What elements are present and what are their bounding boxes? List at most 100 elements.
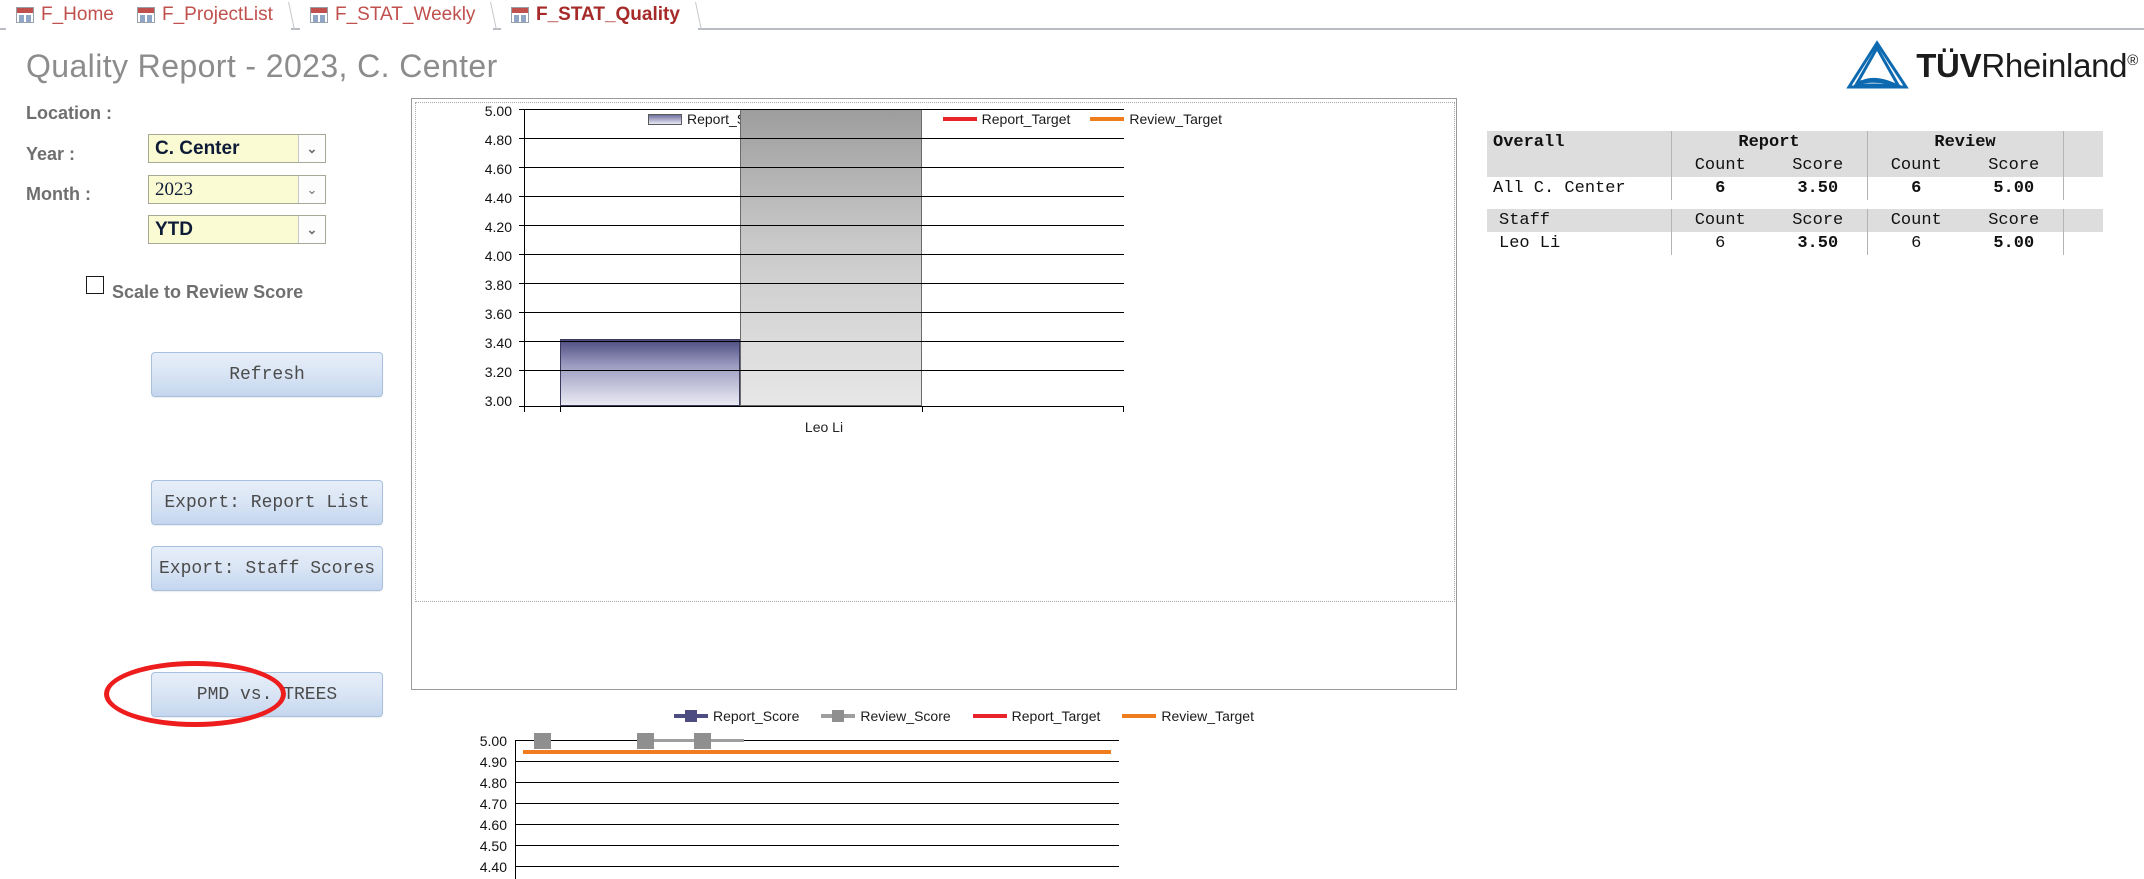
table-spacer-col bbox=[2063, 154, 2103, 177]
overall-row-name: All C. Center bbox=[1487, 177, 1672, 200]
overall-review-count: 6 bbox=[1911, 179, 1922, 198]
staff-bar-chart-frame: Report_Score Review_Score Report_Target … bbox=[411, 98, 1457, 690]
registered-mark: ® bbox=[2127, 52, 2138, 69]
staff-subheader-report-count: Count bbox=[1671, 209, 1769, 232]
x-axis-tick bbox=[922, 406, 923, 412]
tab-edge bbox=[274, 2, 295, 30]
x-axis-tick bbox=[1123, 406, 1124, 412]
gridline bbox=[515, 740, 1119, 741]
gridline bbox=[524, 138, 1124, 139]
y-tick-label: 3.20 bbox=[484, 364, 512, 380]
gridline bbox=[524, 283, 1124, 284]
form-icon bbox=[16, 7, 34, 23]
tab-f-stat-quality[interactable]: F_STAT_Quality bbox=[501, 0, 702, 32]
overall-report-count: 6 bbox=[1715, 179, 1726, 198]
form-icon bbox=[137, 7, 155, 23]
y-tick-label: 4.40 bbox=[479, 859, 507, 875]
table-subheader-row: Count Score Count Score bbox=[1487, 154, 2103, 177]
logo-tuv: TÜV bbox=[1916, 47, 1982, 84]
table-spacer-col bbox=[2063, 131, 2103, 154]
pmd-vs-trees-button[interactable]: PMD vs. TREES bbox=[151, 672, 383, 717]
staff-review-score: 5.00 bbox=[1965, 232, 2064, 255]
location-label: Location : bbox=[26, 103, 112, 123]
gridline bbox=[515, 866, 1119, 867]
report-header: Report bbox=[1671, 131, 1868, 154]
active-tab-underline bbox=[501, 30, 698, 32]
chevron-down-icon[interactable]: ⌄ bbox=[298, 216, 325, 243]
staff-header-row: Staff Count Score Count Score bbox=[1487, 209, 2103, 232]
y-tick-label: 3.00 bbox=[484, 393, 512, 409]
gridline bbox=[524, 225, 1124, 226]
table-row[interactable]: Leo Li 6 3.50 6 5.00 bbox=[1487, 232, 2103, 255]
gridline bbox=[524, 341, 1124, 342]
y-tick-label: 4.00 bbox=[484, 248, 512, 264]
tuv-triangle-icon bbox=[1846, 40, 1909, 89]
gridline bbox=[524, 196, 1124, 197]
year-dropdown[interactable]: 2023 ⌄ bbox=[148, 175, 326, 204]
year-value: 2023 bbox=[155, 178, 193, 200]
tab-f-stat-weekly[interactable]: F_STAT_Weekly bbox=[300, 0, 498, 30]
staff-report-score: 3.50 bbox=[1769, 232, 1868, 255]
table-spacer-col bbox=[2063, 177, 2103, 200]
subheader-report-score: Score bbox=[1769, 154, 1868, 177]
y-axis-line bbox=[524, 109, 525, 412]
x-axis-line bbox=[524, 406, 1124, 407]
tab-label: F_STAT_Weekly bbox=[335, 4, 476, 25]
y-tick-label: 4.50 bbox=[479, 838, 507, 854]
month-label: Month : bbox=[26, 184, 91, 204]
review-target-line bbox=[523, 750, 1111, 754]
tab-label: F_STAT_Quality bbox=[536, 4, 680, 25]
scale-to-review-label: Scale to Review Score bbox=[112, 282, 304, 302]
tab-label: F_ProjectList bbox=[162, 4, 273, 25]
subheader-review-score: Score bbox=[1965, 154, 2064, 177]
export-report-list-button[interactable]: Export: Report List bbox=[151, 480, 383, 525]
gridline bbox=[515, 782, 1119, 783]
staff-subheader-review-count: Count bbox=[1867, 209, 1965, 232]
table-spacer-col bbox=[2063, 232, 2103, 255]
tab-f-projectlist[interactable]: F_ProjectList bbox=[127, 0, 295, 30]
table-row[interactable]: All C. Center 6 3.50 6 5.00 bbox=[1487, 177, 2103, 200]
tuv-rheinland-logo: TÜVRheinland® bbox=[1846, 40, 2138, 92]
page-title: Quality Report - 2023, C. Center bbox=[26, 48, 498, 84]
year-label: Year : bbox=[26, 144, 76, 164]
location-dropdown[interactable]: C. Center ⌄ bbox=[148, 134, 326, 163]
gridline bbox=[524, 370, 1124, 371]
y-tick-label: 4.60 bbox=[479, 817, 507, 833]
tab-edge bbox=[477, 2, 498, 30]
logo-wordmark: TÜVRheinland® bbox=[1916, 47, 2138, 85]
tab-edge bbox=[681, 2, 702, 30]
gridline bbox=[524, 312, 1124, 313]
tab-label: F_Home bbox=[41, 4, 114, 25]
tab-f-home[interactable]: F_Home bbox=[6, 0, 136, 30]
month-dropdown[interactable]: YTD ⌄ bbox=[148, 215, 326, 244]
overall-review-score: 5.00 bbox=[1965, 177, 2064, 200]
y-tick-label: 3.80 bbox=[484, 277, 512, 293]
trend-chart-canvas: 5.00 4.90 4.80 4.70 4.60 4.50 4.40 4.30 bbox=[411, 700, 1457, 879]
trend-line-chart: Report_Score Review_Score Report_Target … bbox=[411, 700, 1457, 879]
gridline bbox=[515, 761, 1119, 762]
staff-subheader-report-score: Score bbox=[1769, 209, 1868, 232]
summary-table: Overall Report Review Count Score Count … bbox=[1487, 131, 2103, 255]
logo-rheinland: Rheinland bbox=[1981, 47, 2128, 84]
refresh-button[interactable]: Refresh bbox=[151, 352, 383, 397]
x-axis-tick bbox=[560, 406, 561, 412]
export-staff-scores-button[interactable]: Export: Staff Scores bbox=[151, 546, 383, 591]
chevron-down-icon[interactable]: ⌄ bbox=[298, 135, 325, 162]
staff-table: Staff Count Score Count Score Leo Li 6 3… bbox=[1487, 209, 2103, 255]
month-value: YTD bbox=[155, 218, 193, 240]
y-tick-label: 4.90 bbox=[479, 754, 507, 770]
bar-review-score-leo-li bbox=[740, 109, 922, 406]
y-tick-label: 4.40 bbox=[484, 190, 512, 206]
chevron-down-icon[interactable]: ⌄ bbox=[298, 176, 325, 203]
x-category-label: Leo Li bbox=[804, 419, 844, 435]
location-value: C. Center bbox=[155, 137, 240, 159]
table-header-row: Overall Report Review bbox=[1487, 131, 2103, 154]
y-tick-label: 4.60 bbox=[484, 161, 512, 177]
gridline bbox=[515, 845, 1119, 846]
scale-to-review-checkbox[interactable] bbox=[86, 276, 104, 294]
y-tick-label: 3.40 bbox=[484, 335, 512, 351]
staff-review-count: 6 bbox=[1911, 234, 1922, 253]
subheader-report-count: Count bbox=[1671, 154, 1769, 177]
staff-bar-chart-plot-area: Report_Score Review_Score Report_Target … bbox=[415, 102, 1455, 602]
review-header: Review bbox=[1867, 131, 2064, 154]
